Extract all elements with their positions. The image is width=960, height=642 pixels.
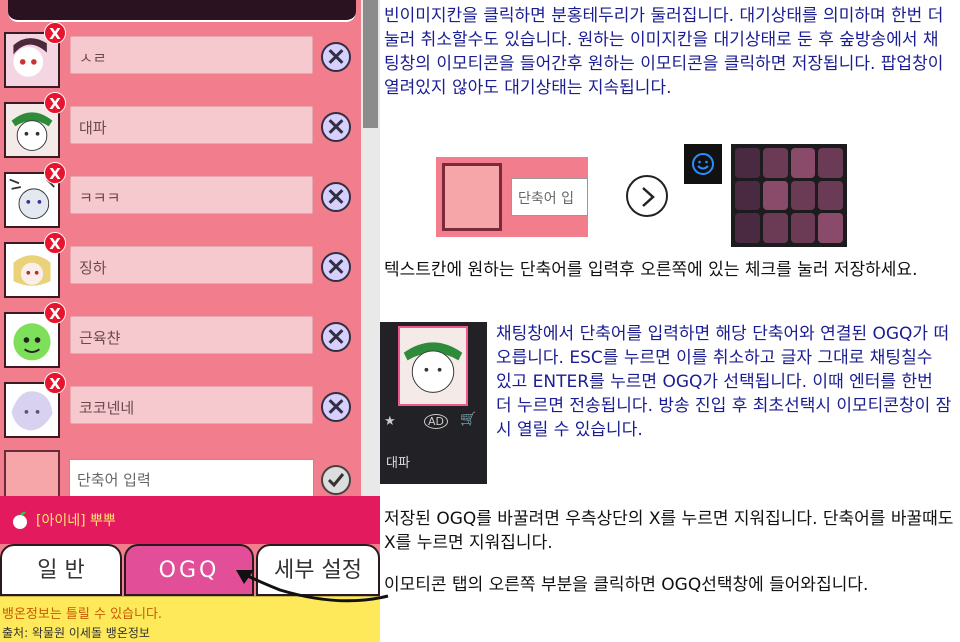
remove-ogq-badge[interactable]: X — [44, 162, 66, 184]
emoticon-tab-icon — [684, 144, 722, 184]
emoticon-cell — [790, 148, 816, 178]
remove-ogq-badge[interactable]: X — [44, 22, 66, 44]
shortcut-row: X 대파 — [0, 92, 360, 162]
shortcut-row: X ㅅㄹ — [0, 22, 360, 92]
shortcut-field[interactable]: 대파 — [70, 106, 313, 144]
remove-ogq-badge[interactable]: X — [44, 232, 66, 254]
demo-input-illustration: 단축어 입 — [436, 157, 588, 237]
new-shortcut-input[interactable]: 단축어 입력 — [69, 459, 314, 497]
smiley-icon — [692, 153, 714, 175]
panel-header — [8, 0, 356, 22]
delete-shortcut-button[interactable] — [321, 392, 351, 422]
delete-shortcut-button[interactable] — [321, 42, 351, 72]
shortcut-field[interactable]: 근육챤 — [70, 316, 313, 354]
scrollbar-thumb[interactable] — [363, 0, 378, 128]
remove-ogq-badge[interactable]: X — [44, 302, 66, 324]
save-check-button[interactable] — [321, 465, 351, 495]
demo-empty-slot — [442, 163, 502, 231]
shortcut-field[interactable]: 코코넨네 — [70, 386, 313, 424]
shortcut-row: X 근육챤 — [0, 302, 360, 372]
emoticon-cell — [790, 180, 816, 211]
apple-icon — [13, 511, 27, 529]
emoticon-cell — [735, 213, 760, 243]
emoticon-cell — [735, 148, 760, 178]
delete-shortcut-button[interactable] — [321, 252, 351, 282]
paragraph-delete: 저장된 OGQ를 바꿀려면 우측상단의 X를 누르면 지워집니다. 단축어를 바… — [384, 509, 954, 553]
emoticon-cell — [762, 180, 788, 211]
ad-icon: AD — [424, 414, 448, 429]
chevron-right-icon — [626, 175, 668, 217]
emoticon-cell — [735, 180, 760, 211]
shortcut-row: X 징하 — [0, 232, 360, 302]
emoticon-grid-illustration — [731, 144, 847, 247]
paragraph-chat-usage: 채팅창에서 단축어를 입력하면 해당 단축어와 연결된 OGQ가 떠오릅니다. … — [496, 324, 952, 440]
footer-source: 출처: 왁물원 이세돌 뱅온정보 — [2, 626, 150, 640]
remove-ogq-badge[interactable]: X — [44, 372, 66, 394]
emoticon-cell — [818, 180, 843, 211]
emoticon-cell — [762, 213, 788, 243]
shortcut-field[interactable]: 징하 — [70, 246, 313, 284]
paragraph-emoticon-tab: 이모티콘 탭의 오른쪽 부분을 클릭하면 OGQ선택창에 들어와집니다. — [384, 575, 869, 595]
cart-icon: 🛒 — [460, 412, 477, 427]
shortcut-field[interactable]: ㅅㄹ — [70, 36, 313, 74]
emoticon-cell — [818, 213, 843, 243]
footer-warning: 뱅온정보는 틀릴 수 있습니다. — [2, 607, 163, 622]
ogq-suggestion-popup-illustration: ★ AD 🛒 대파 — [380, 322, 487, 484]
demo-shortcut-field: 단축어 입 — [511, 178, 588, 216]
streamer-name: [아이네] 뿌뿌 — [36, 513, 116, 529]
streamer-bar: [아이네] 뿌뿌 — [0, 496, 380, 544]
shortcut-field[interactable]: ㅋㅋㅋ — [70, 176, 313, 214]
tab-general[interactable]: 일 반 — [0, 544, 122, 596]
shortcut-row: X 코코넨네 — [0, 372, 360, 442]
check-icon — [327, 473, 345, 488]
delete-shortcut-button[interactable] — [321, 112, 351, 142]
suggested-emoticon — [398, 326, 468, 406]
ogq-settings-panel: X ㅅㄹ X 대파 X ㅋㅋㅋ X 징하 X 근육챤 X 코코넨네 단축어 입력 — [0, 0, 380, 642]
emoticon-cell — [762, 148, 788, 178]
paragraph-shortcut-save: 텍스트칸에 원하는 단축어를 입력후 오른쪽에 있는 체크를 눌러 저장하세요. — [384, 260, 918, 280]
annotation-arrow-icon — [236, 570, 389, 603]
remove-ogq-badge[interactable]: X — [44, 92, 66, 114]
shortcut-row: X ㅋㅋㅋ — [0, 162, 360, 232]
star-icon: ★ — [384, 414, 396, 429]
popup-shortcut-label: 대파 — [386, 456, 410, 471]
delete-shortcut-button[interactable] — [321, 322, 351, 352]
emoticon-cell — [818, 148, 843, 178]
delete-shortcut-button[interactable] — [321, 182, 351, 212]
paragraph-empty-slot: 빈이미지칸을 클릭하면 분홍테두리가 둘러집니다. 대기상태를 의미하며 한번 … — [384, 6, 944, 98]
popup-toolbar: ★ AD 🛒 — [380, 408, 487, 438]
emoticon-cell — [790, 213, 816, 243]
